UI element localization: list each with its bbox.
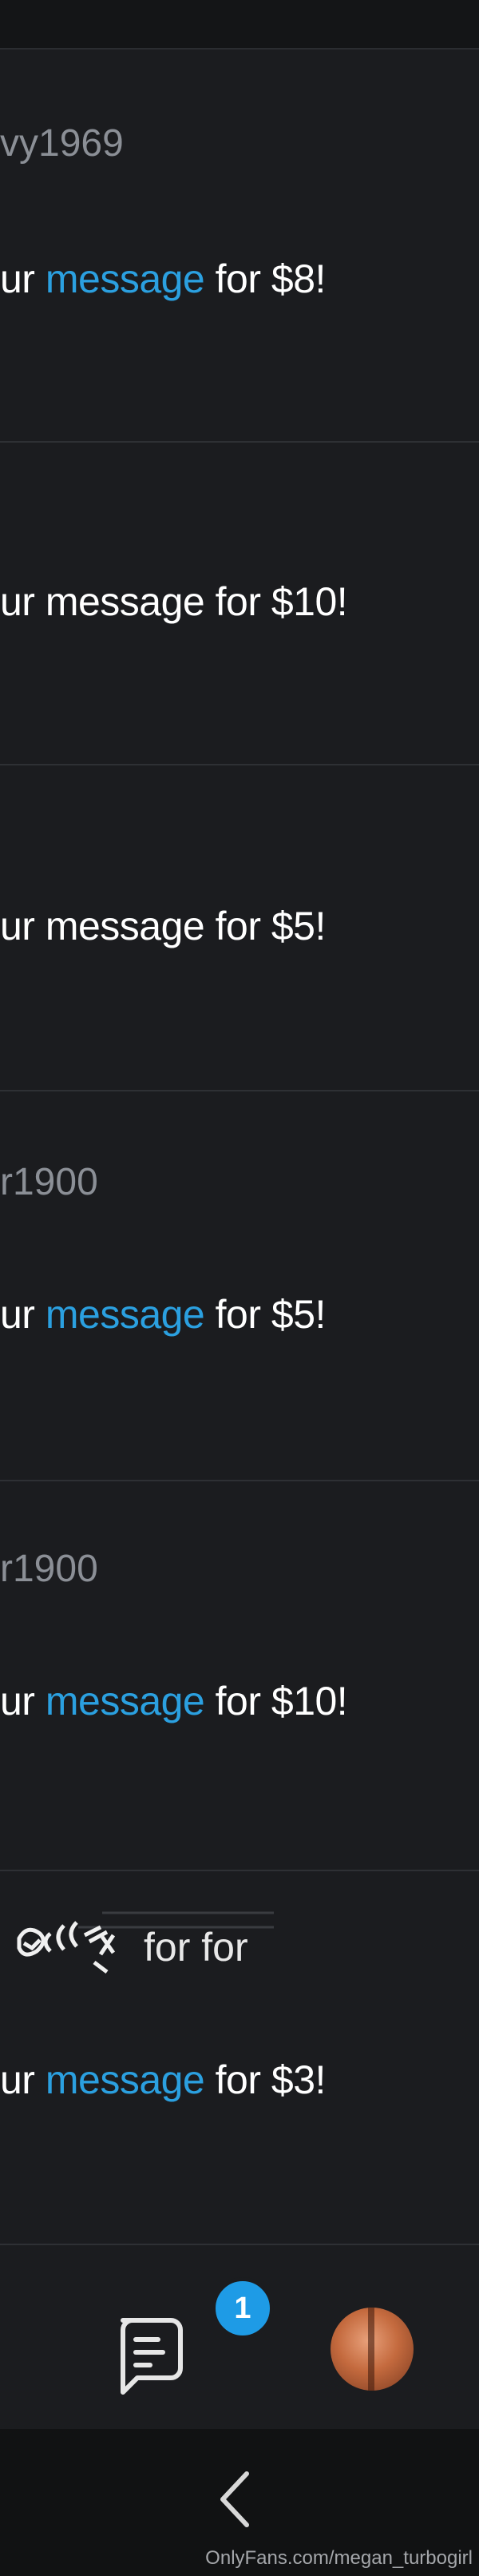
bottom-nav: 1	[0, 2244, 479, 2429]
message-text: ur message for $5!	[0, 904, 326, 948]
message-link[interactable]: message	[46, 2057, 205, 2102]
message-link[interactable]: message	[46, 256, 205, 301]
message-text: ur message for $10!	[0, 579, 348, 624]
top-bar	[0, 0, 479, 50]
list-item[interactable]: vy1969 ur message for $8!	[0, 50, 479, 443]
messages-icon[interactable]	[112, 2309, 192, 2397]
scribble-text: for for	[144, 1925, 248, 1970]
back-chevron-icon[interactable]	[212, 2467, 259, 2531]
list-item[interactable]: r1900 ur message for $10!	[0, 1481, 479, 1871]
list-item[interactable]: for for ur message for $3!	[0, 1871, 479, 2245]
username: vy1969	[0, 122, 124, 165]
message-text: ur message for $5!	[0, 1292, 326, 1337]
username: r1900	[0, 1161, 98, 1203]
watermark: OnlyFans.com/megan_turbogirl	[205, 2547, 473, 2569]
message-text: ur message for $8!	[0, 256, 326, 301]
list-item[interactable]: ur message for $10!	[0, 443, 479, 765]
list-item[interactable]: ur message for $5!	[0, 765, 479, 1091]
message-text: ur message for $10!	[0, 1679, 348, 1723]
message-text: ur message for $3!	[0, 2057, 326, 2102]
avatar[interactable]	[331, 2308, 414, 2391]
username: r1900	[0, 1548, 98, 1590]
message-link[interactable]: message	[46, 1292, 205, 1337]
unread-badge: 1	[212, 2277, 274, 2339]
list-item[interactable]: r1900 ur message for $5!	[0, 1091, 479, 1481]
message-link[interactable]: message	[46, 1679, 205, 1723]
